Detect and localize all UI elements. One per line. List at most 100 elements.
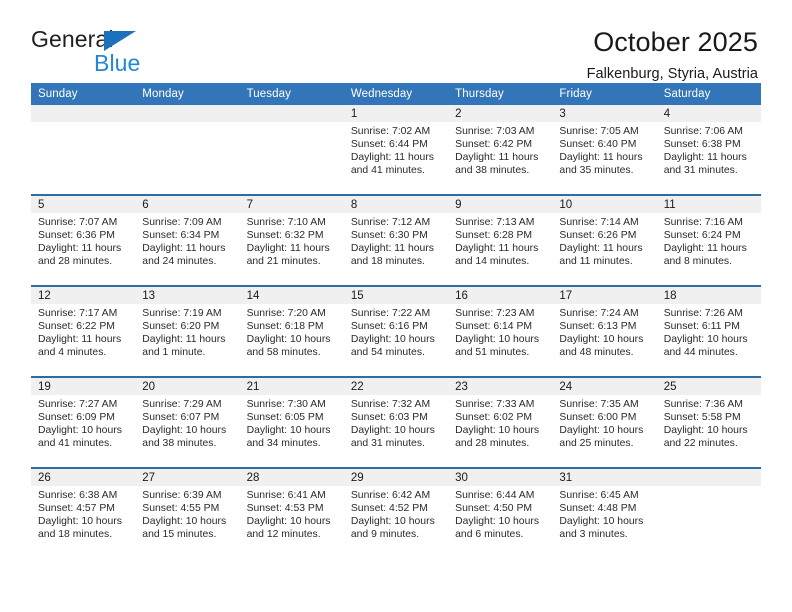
day-cell[interactable]: 24 Sunrise: 7:35 AM Sunset: 6:00 PM Dayligh… <box>552 378 657 467</box>
day-cell[interactable]: 7 Sunrise: 7:10 AM Sunset: 6:32 PM Daylight… <box>239 196 344 285</box>
day-cell[interactable]: 18 Sunrise: 7:26 AM Sunset: 6:11 PM Dayligh… <box>656 287 761 376</box>
day-cell[interactable]: 28 Sunrise: 6:41 AM Sunset: 4:53 PM Dayligh… <box>239 469 344 558</box>
day-details: Sunrise: 7:17 AM Sunset: 6:22 PM Daylight:… <box>31 304 135 359</box>
daylight-text: Daylight: 10 hours and 25 minutes. <box>559 425 644 450</box>
page-header: General Blue October 2025 Falkenburg, St… <box>0 0 792 82</box>
day-details: Sunrise: 7:03 AM Sunset: 6:42 PM Daylight:… <box>448 122 552 177</box>
day-number: 4 <box>656 105 761 122</box>
daylight-text: Daylight: 10 hours and 31 minutes. <box>350 425 435 450</box>
day-cell[interactable]: 8 Sunrise: 7:12 AM Sunset: 6:30 PM Daylight… <box>343 196 449 285</box>
day-number: 18 <box>656 287 761 304</box>
day-details: Sunrise: 6:42 AM Sunset: 4:52 PM Daylight:… <box>344 486 448 541</box>
day-cell[interactable]: 14 Sunrise: 7:20 AM Sunset: 6:18 PM Dayligh… <box>239 287 344 376</box>
sunset-text: Sunset: 6:13 PM <box>559 321 637 333</box>
day-number: 30 <box>448 469 553 486</box>
day-cell[interactable]: 2 Sunrise: 7:03 AM Sunset: 6:42 PM Daylight… <box>448 105 553 194</box>
calendar-day-cell <box>135 105 240 195</box>
day-number: 23 <box>448 378 553 395</box>
weekday-header-sunday: Sunday <box>31 83 136 105</box>
day-cell[interactable]: 12 Sunrise: 7:17 AM Sunset: 6:22 PM Dayligh… <box>31 287 136 376</box>
sunset-text: Sunset: 6:34 PM <box>142 230 220 242</box>
day-cell[interactable]: 22 Sunrise: 7:32 AM Sunset: 6:03 PM Dayligh… <box>343 378 449 467</box>
calendar-day-cell: 26 Sunrise: 6:38 AM Sunset: 4:57 PM Dayligh… <box>31 467 136 558</box>
day-cell[interactable]: 23 Sunrise: 7:33 AM Sunset: 6:02 PM Dayligh… <box>448 378 553 467</box>
sunrise-text: Sunrise: 7:29 AM <box>142 399 222 410</box>
day-details: Sunrise: 7:16 AM Sunset: 6:24 PM Daylight:… <box>657 213 761 268</box>
day-details: Sunrise: 7:20 AM Sunset: 6:18 PM Daylight:… <box>240 304 344 359</box>
sunrise-text: Sunrise: 7:26 AM <box>663 308 743 319</box>
sunrise-text: Sunrise: 6:38 AM <box>38 490 118 501</box>
day-cell[interactable]: 29 Sunrise: 6:42 AM Sunset: 4:52 PM Dayligh… <box>343 469 449 558</box>
day-cell[interactable]: 20 Sunrise: 7:29 AM Sunset: 6:07 PM Dayligh… <box>135 378 240 467</box>
day-cell[interactable]: 1 Sunrise: 7:02 AM Sunset: 6:44 PM Daylight… <box>343 105 449 194</box>
day-cell[interactable]: 15 Sunrise: 7:22 AM Sunset: 6:16 PM Dayligh… <box>343 287 449 376</box>
calendar-day-cell <box>31 105 136 195</box>
calendar-day-cell: 8 Sunrise: 7:12 AM Sunset: 6:30 PM Daylight… <box>343 194 449 286</box>
day-cell[interactable]: 13 Sunrise: 7:19 AM Sunset: 6:20 PM Dayligh… <box>135 287 240 376</box>
day-cell[interactable]: 3 Sunrise: 7:05 AM Sunset: 6:40 PM Daylight… <box>552 105 657 194</box>
day-cell[interactable]: 11 Sunrise: 7:16 AM Sunset: 6:24 PM Dayligh… <box>656 196 761 285</box>
daylight-text: Daylight: 11 hours and 18 minutes. <box>350 243 435 268</box>
daylight-text: Daylight: 10 hours and 58 minutes. <box>246 334 331 359</box>
generalblue-logo[interactable]: General Blue <box>31 26 211 82</box>
day-cell[interactable]: 16 Sunrise: 7:23 AM Sunset: 6:14 PM Dayligh… <box>448 287 553 376</box>
calendar-day-cell: 22 Sunrise: 7:32 AM Sunset: 6:03 PM Dayligh… <box>343 376 449 468</box>
calendar-week-row: 5 Sunrise: 7:07 AM Sunset: 6:36 PM Daylight… <box>31 194 761 286</box>
day-number: 10 <box>552 196 657 213</box>
sunrise-text: Sunrise: 6:41 AM <box>246 490 326 501</box>
calendar-day-cell: 15 Sunrise: 7:22 AM Sunset: 6:16 PM Dayligh… <box>343 285 449 377</box>
calendar-day-cell: 29 Sunrise: 6:42 AM Sunset: 4:52 PM Dayligh… <box>343 467 449 558</box>
weekday-header-friday: Friday <box>552 83 657 105</box>
daylight-text: Daylight: 11 hours and 1 minute. <box>142 334 226 359</box>
day-details: Sunrise: 7:13 AM Sunset: 6:28 PM Daylight:… <box>448 213 552 268</box>
day-cell[interactable]: 25 Sunrise: 7:36 AM Sunset: 5:58 PM Dayligh… <box>656 378 761 467</box>
day-number <box>31 105 136 122</box>
daylight-text: Daylight: 10 hours and 48 minutes. <box>559 334 644 359</box>
sunrise-text: Sunrise: 6:45 AM <box>559 490 639 501</box>
day-cell[interactable]: 31 Sunrise: 6:45 AM Sunset: 4:48 PM Dayligh… <box>552 469 657 558</box>
day-number: 25 <box>656 378 761 395</box>
daylight-text: Daylight: 10 hours and 22 minutes. <box>663 425 748 450</box>
day-details: Sunrise: 7:24 AM Sunset: 6:13 PM Daylight:… <box>552 304 656 359</box>
day-number: 14 <box>239 287 344 304</box>
day-number: 5 <box>31 196 136 213</box>
calendar-day-cell: 31 Sunrise: 6:45 AM Sunset: 4:48 PM Dayligh… <box>552 467 657 558</box>
sunset-text: Sunset: 6:44 PM <box>350 139 428 151</box>
day-details: Sunrise: 7:30 AM Sunset: 6:05 PM Daylight:… <box>240 395 344 450</box>
day-cell[interactable]: 4 Sunrise: 7:06 AM Sunset: 6:38 PM Daylight… <box>656 105 761 194</box>
day-cell[interactable]: 17 Sunrise: 7:24 AM Sunset: 6:13 PM Dayligh… <box>552 287 657 376</box>
day-details: Sunrise: 6:45 AM Sunset: 4:48 PM Daylight:… <box>552 486 656 541</box>
day-cell[interactable]: 5 Sunrise: 7:07 AM Sunset: 6:36 PM Daylight… <box>31 196 136 285</box>
day-cell[interactable]: 10 Sunrise: 7:14 AM Sunset: 6:26 PM Dayligh… <box>552 196 657 285</box>
empty-day-cell <box>239 105 344 194</box>
daylight-text: Daylight: 10 hours and 41 minutes. <box>38 425 122 450</box>
day-details: Sunrise: 7:23 AM Sunset: 6:14 PM Daylight:… <box>448 304 552 359</box>
calendar-day-cell: 19 Sunrise: 7:27 AM Sunset: 6:09 PM Dayligh… <box>31 376 136 468</box>
daylight-text: Daylight: 10 hours and 44 minutes. <box>663 334 748 359</box>
day-number: 28 <box>239 469 344 486</box>
day-details: Sunrise: 7:10 AM Sunset: 6:32 PM Daylight:… <box>240 213 344 268</box>
daylight-text: Daylight: 10 hours and 6 minutes. <box>455 516 540 541</box>
daylight-text: Daylight: 10 hours and 9 minutes. <box>350 516 435 541</box>
daylight-text: Daylight: 11 hours and 41 minutes. <box>350 152 435 177</box>
weekday-header-thursday: Thursday <box>448 83 553 105</box>
day-cell[interactable]: 27 Sunrise: 6:39 AM Sunset: 4:55 PM Dayligh… <box>135 469 240 558</box>
day-cell[interactable]: 6 Sunrise: 7:09 AM Sunset: 6:34 PM Daylight… <box>135 196 240 285</box>
month-calendar-table: Sunday Monday Tuesday Wednesday Thursday… <box>31 83 761 558</box>
daylight-text: Daylight: 11 hours and 38 minutes. <box>455 152 539 177</box>
day-cell[interactable]: 30 Sunrise: 6:44 AM Sunset: 4:50 PM Dayligh… <box>448 469 553 558</box>
calendar-day-cell: 5 Sunrise: 7:07 AM Sunset: 6:36 PM Daylight… <box>31 194 136 286</box>
sunrise-text: Sunrise: 7:35 AM <box>559 399 639 410</box>
day-details: Sunrise: 7:29 AM Sunset: 6:07 PM Daylight:… <box>135 395 239 450</box>
sunset-text: Sunset: 6:24 PM <box>663 230 741 242</box>
day-number: 31 <box>552 469 657 486</box>
sunrise-text: Sunrise: 7:24 AM <box>559 308 639 319</box>
sunrise-text: Sunrise: 7:13 AM <box>455 217 535 228</box>
day-cell[interactable]: 21 Sunrise: 7:30 AM Sunset: 6:05 PM Dayligh… <box>239 378 344 467</box>
sunset-text: Sunset: 6:22 PM <box>38 321 115 333</box>
day-cell[interactable]: 19 Sunrise: 7:27 AM Sunset: 6:09 PM Dayligh… <box>31 378 136 467</box>
empty-day-cell <box>135 105 240 194</box>
day-cell[interactable]: 9 Sunrise: 7:13 AM Sunset: 6:28 PM Daylight… <box>448 196 553 285</box>
day-cell[interactable]: 26 Sunrise: 6:38 AM Sunset: 4:57 PM Dayligh… <box>31 469 136 558</box>
sunset-text: Sunset: 6:16 PM <box>350 321 428 333</box>
